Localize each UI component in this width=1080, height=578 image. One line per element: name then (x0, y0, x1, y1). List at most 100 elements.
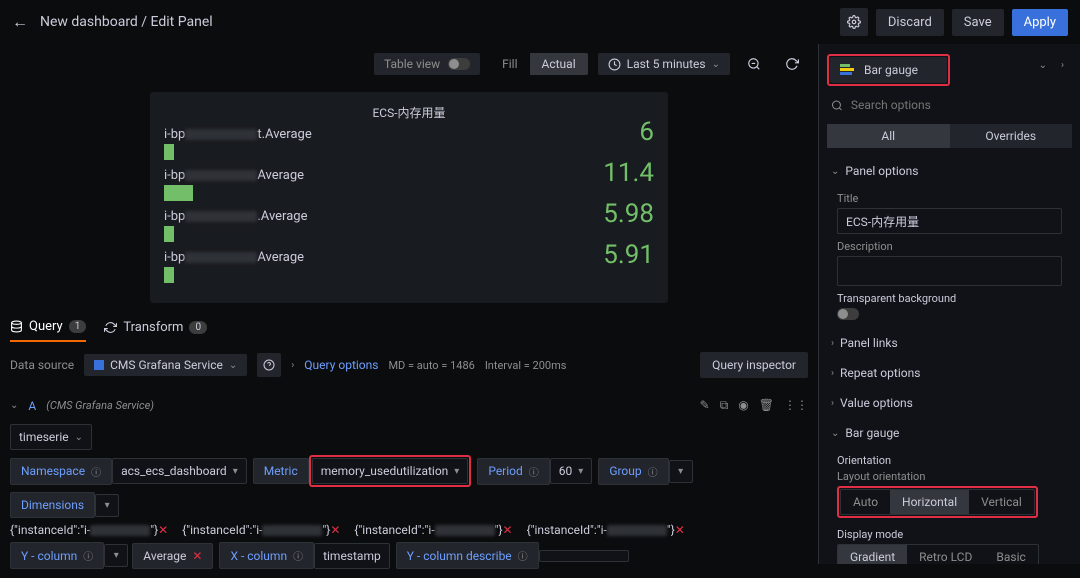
display-mode-label: Display mode (837, 528, 1062, 541)
namespace-label: Namespaceⓘ (10, 458, 112, 485)
period-select[interactable]: 60 ▾ (550, 458, 593, 484)
gauge-row: i-bpAverage 11.4 (164, 168, 654, 201)
datasource-label: Data source (10, 358, 74, 372)
section-panel-options[interactable]: ⌄Panel options (819, 156, 1080, 186)
chevron-down-icon: ⌄ (712, 59, 720, 70)
tab-query-label: Query (29, 319, 63, 334)
query-options-link[interactable]: Query options (304, 358, 378, 372)
back-arrow-icon[interactable]: ← (12, 12, 28, 32)
remove-icon[interactable]: ✕ (503, 523, 513, 537)
dimensions-select[interactable]: ▾ (95, 494, 119, 517)
time-range-label: Last 5 minutes (627, 57, 706, 71)
chevron-down-icon[interactable]: ⌄ (1039, 60, 1047, 71)
tab-transform[interactable]: Transform 0 (104, 320, 207, 341)
datasource-icon (94, 360, 104, 370)
save-button[interactable]: Save (952, 9, 1004, 36)
remove-icon[interactable]: ✕ (158, 523, 168, 537)
table-view-label: Table view (384, 57, 440, 71)
instance-chip[interactable]: {"instanceId":"i-"}✕ (182, 523, 340, 537)
gauge-row: i-bpAverage 5.91 (164, 250, 654, 283)
group-select[interactable]: ▾ (669, 460, 693, 483)
orient-horizontal[interactable]: Horizontal (890, 490, 969, 514)
refresh-icon[interactable] (778, 50, 806, 78)
tab-all[interactable]: All (827, 124, 950, 148)
gauge-value: 6 (639, 117, 654, 147)
fill-actual-toggle[interactable]: Fill Actual (490, 53, 588, 75)
section-value-options[interactable]: ›Value options (819, 388, 1080, 418)
table-view-toggle[interactable]: Table view (374, 53, 480, 75)
chevron-right-icon: › (291, 360, 294, 371)
tab-overrides[interactable]: Overrides (950, 124, 1073, 148)
dimensions-label: Dimensions (10, 492, 95, 518)
namespace-select[interactable]: acs_ecs_dashboard ▾ (112, 458, 247, 484)
orient-auto[interactable]: Auto (841, 490, 890, 514)
title-input[interactable] (837, 208, 1062, 234)
description-input[interactable] (837, 256, 1062, 286)
chevron-down-icon: ⌄ (229, 360, 237, 371)
remove-icon[interactable]: ✕ (675, 523, 685, 537)
collapse-icon[interactable]: ⌄ (10, 400, 18, 411)
gauge-label: i-bp.Average (164, 209, 654, 224)
query-ref-id[interactable]: A (28, 399, 36, 413)
instance-chip[interactable]: {"instanceId":"i-"}✕ (354, 523, 512, 537)
mode-retro[interactable]: Retro LCD (907, 545, 984, 564)
search-options-input[interactable] (851, 98, 1068, 112)
instance-chip[interactable]: {"instanceId":"i-"}✕ (10, 523, 168, 537)
discard-button[interactable]: Discard (876, 9, 944, 36)
mode-gradient[interactable]: Gradient (838, 545, 907, 564)
search-icon (831, 99, 843, 112)
visualization-picker[interactable]: Bar gauge (830, 57, 947, 83)
edit-datasource-icon[interactable]: ✎ (700, 398, 710, 413)
viz-name: Bar gauge (864, 63, 918, 77)
viz-picker-highlight: Bar gauge (827, 54, 950, 86)
delete-query-icon[interactable]: 🗑 (759, 398, 774, 413)
settings-icon[interactable] (840, 8, 868, 36)
datasource-picker[interactable]: CMS Grafana Service ⌄ (84, 354, 247, 376)
section-bar-gauge[interactable]: ⌄Bar gauge (819, 418, 1080, 448)
section-panel-links[interactable]: ›Panel links (819, 328, 1080, 358)
remove-icon[interactable]: ✕ (330, 523, 340, 537)
interval-info: Interval = 200ms (485, 359, 567, 372)
clock-icon (608, 58, 621, 71)
gauge-label: i-bpt.Average (164, 127, 654, 142)
chevron-right-icon[interactable]: › (1061, 60, 1064, 71)
datasource-help-icon[interactable] (257, 353, 281, 377)
transparent-bg-toggle[interactable] (837, 308, 859, 320)
panel-title: ECS-内存用量 (164, 104, 654, 121)
query-inspector-button[interactable]: Query inspector (700, 352, 808, 378)
actual-option[interactable]: Actual (530, 53, 588, 75)
query-ds-hint: (CMS Grafana Service) (46, 399, 154, 412)
time-range-picker[interactable]: Last 5 minutes ⌄ (598, 53, 730, 75)
apply-button[interactable]: Apply (1012, 9, 1068, 36)
breadcrumb: New dashboard / Edit Panel (40, 14, 840, 30)
instance-chip[interactable]: {"instanceId":"i-"}✕ (527, 523, 685, 537)
orientation-radio[interactable]: Auto Horizontal Vertical (840, 489, 1035, 515)
metric-select[interactable]: memory_usedutilization ▾ (312, 458, 469, 484)
query-type-select[interactable]: timeserie⌄ (10, 424, 92, 450)
description-label: Description (837, 240, 1062, 253)
tab-transform-label: Transform (123, 320, 183, 335)
display-mode-radio[interactable]: Gradient Retro LCD Basic (837, 544, 1039, 564)
mode-basic[interactable]: Basic (984, 545, 1037, 564)
metric-highlight: memory_usedutilization ▾ (309, 455, 472, 487)
duplicate-query-icon[interactable]: ⧉ (720, 398, 729, 413)
bar-gauge-icon (840, 64, 856, 76)
zoom-out-icon[interactable] (740, 50, 768, 78)
drag-handle-icon[interactable]: ⋮⋮ (784, 398, 808, 413)
panel-preview: ECS-内存用量 i-bpt.Average 6 i-bpAverage 11.4… (150, 92, 668, 303)
options-tabs[interactable]: All Overrides (827, 124, 1072, 148)
gauge-row: i-bpt.Average 6 (164, 127, 654, 160)
toggle-query-icon[interactable]: ◉ (738, 398, 748, 413)
gauge-value: 5.91 (603, 240, 654, 270)
group-label: Groupⓘ (598, 458, 668, 485)
tab-query[interactable]: Query 1 (10, 319, 86, 342)
orientation-highlight: Auto Horizontal Vertical (837, 486, 1038, 518)
database-icon (10, 320, 23, 333)
title-label: Title (837, 192, 1062, 205)
orient-vertical[interactable]: Vertical (969, 490, 1034, 514)
period-label: Periodⓘ (477, 458, 549, 485)
tab-transform-count: 0 (189, 321, 207, 334)
fill-option[interactable]: Fill (490, 53, 529, 75)
orientation-label: Orientation (837, 454, 1062, 467)
section-repeat-options[interactable]: ›Repeat options (819, 358, 1080, 388)
